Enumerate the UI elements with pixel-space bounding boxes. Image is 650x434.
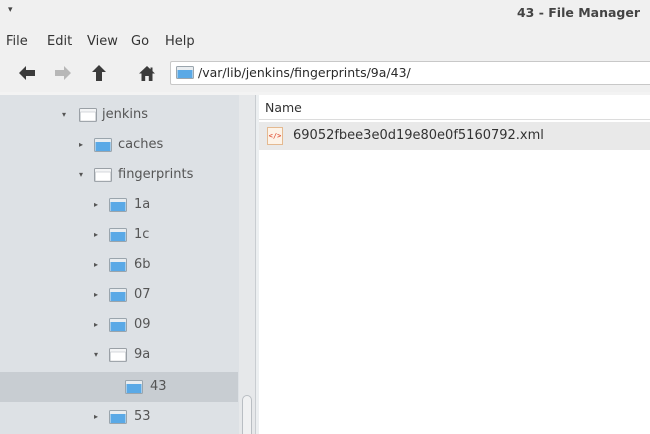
menu-file[interactable]: File <box>6 34 28 49</box>
tree-item-43[interactable]: 43 <box>0 372 238 402</box>
folder-icon <box>109 288 127 302</box>
tree-item-label: fingerprints <box>118 167 194 182</box>
xml-file-icon: </> <box>267 127 283 145</box>
tree-item-53[interactable]: ▸ 53 <box>0 402 238 432</box>
location-bar[interactable]: /var/lib/jenkins/fingerprints/9a/43/ <box>170 61 650 85</box>
expander-down-icon[interactable]: ▾ <box>76 170 86 180</box>
tree-item-1c[interactable]: ▸ 1c <box>0 220 238 250</box>
file-name: 69052fbee3e0d19e80e0f5160792.xml <box>293 128 544 143</box>
tree-item-label: caches <box>118 137 164 152</box>
window-title: 43 - File Manager <box>516 5 640 20</box>
expander-right-icon[interactable]: ▸ <box>91 290 101 300</box>
home-icon <box>139 65 155 81</box>
menu-bar: File Edit View Go Help <box>0 28 650 54</box>
expander-right-icon[interactable]: ▸ <box>91 260 101 270</box>
scrollbar-thumb[interactable] <box>242 395 252 434</box>
column-header-label: Name <box>265 100 302 115</box>
tree-item-label: 53 <box>134 409 151 424</box>
folder-icon <box>125 380 143 394</box>
tree-item-jenkins[interactable]: ▾ jenkins <box>0 100 238 130</box>
file-manager-window: ▾ 43 - File Manager File Edit View Go He… <box>0 0 650 434</box>
column-header-name[interactable]: Name <box>259 95 650 120</box>
tree-item-fingerprints[interactable]: ▾ fingerprints <box>0 160 238 190</box>
folder-icon <box>109 410 127 424</box>
back-button[interactable] <box>16 62 38 84</box>
tree-item-label: 9a <box>134 347 151 362</box>
expander-right-icon[interactable]: ▸ <box>76 140 86 150</box>
arrow-left-icon <box>19 66 35 80</box>
tree-item-label: 6b <box>134 257 151 272</box>
tree-item-label: 07 <box>134 287 151 302</box>
folder-open-icon <box>109 348 127 362</box>
menu-view[interactable]: View <box>87 34 118 49</box>
menu-go[interactable]: Go <box>131 34 149 49</box>
expander-down-icon[interactable]: ▾ <box>91 350 101 360</box>
forward-button[interactable] <box>52 62 74 84</box>
tree-item-label: 09 <box>134 317 151 332</box>
arrow-right-icon <box>55 66 71 80</box>
toolbar: /var/lib/jenkins/fingerprints/9a/43/ <box>0 54 650 92</box>
folder-open-icon <box>94 168 112 182</box>
arrow-up-icon <box>92 65 106 81</box>
folder-icon <box>109 318 127 332</box>
expander-right-icon[interactable]: ▸ <box>91 320 101 330</box>
window-menu-button[interactable]: ▾ <box>8 4 22 16</box>
file-list: Name </> 69052fbee3e0d19e80e0f5160792.xm… <box>259 95 650 434</box>
tree-item-caches[interactable]: ▸ caches <box>0 130 238 160</box>
sidebar-scrollbar[interactable] <box>239 95 255 434</box>
tree-item-label: 1a <box>134 197 151 212</box>
folder-icon <box>109 198 127 212</box>
menu-help[interactable]: Help <box>165 34 195 49</box>
tree-item-07[interactable]: ▸ 07 <box>0 280 238 310</box>
up-button[interactable] <box>88 62 110 84</box>
file-row[interactable]: </> 69052fbee3e0d19e80e0f5160792.xml <box>259 122 650 150</box>
folder-icon <box>109 258 127 272</box>
expander-right-icon[interactable]: ▸ <box>91 230 101 240</box>
folder-icon <box>176 66 194 79</box>
folder-icon <box>109 228 127 242</box>
home-button[interactable] <box>136 62 158 84</box>
expander-right-icon[interactable]: ▸ <box>91 412 101 422</box>
sidebar-tree: ▾ jenkins ▸ caches ▾ fingerprints ▸ 1a ▸… <box>0 95 255 434</box>
tree-item-09[interactable]: ▸ 09 <box>0 310 238 340</box>
menu-edit[interactable]: Edit <box>47 34 72 49</box>
title-bar: ▾ 43 - File Manager <box>0 0 650 28</box>
tree-item-label: 1c <box>134 227 150 242</box>
expander-down-icon[interactable]: ▾ <box>59 110 69 120</box>
tree-item-1a[interactable]: ▸ 1a <box>0 190 238 220</box>
expander-right-icon[interactable]: ▸ <box>91 200 101 210</box>
tree-item-label: jenkins <box>102 107 149 122</box>
folder-icon <box>94 138 112 152</box>
tree-item-6b[interactable]: ▸ 6b <box>0 250 238 280</box>
folder-open-icon <box>79 108 97 122</box>
location-path: /var/lib/jenkins/fingerprints/9a/43/ <box>198 65 411 80</box>
tree-item-9a[interactable]: ▾ 9a <box>0 340 238 370</box>
tree-item-label: 43 <box>150 379 167 394</box>
